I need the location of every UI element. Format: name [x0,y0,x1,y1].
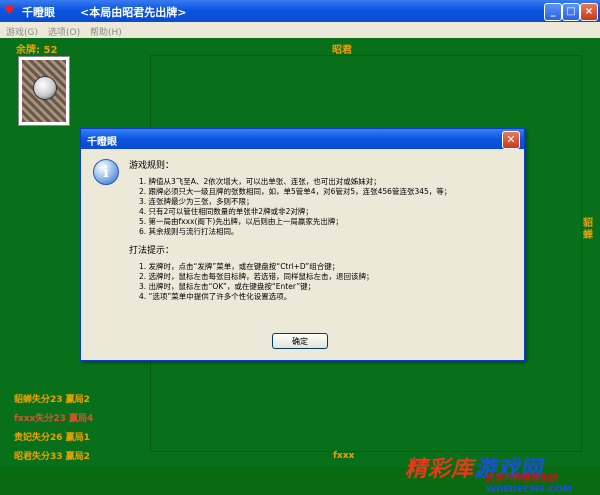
info-icon: i [93,159,119,185]
watermark-subtitle: 织梦内容管理系统 [486,474,559,484]
window-subtitle: <本局由昭君先出牌> [80,6,187,19]
deck-card[interactable] [18,56,70,126]
heart-icon: ♥ [4,3,15,17]
player-bottom-name: fxxx [333,451,355,461]
rules-heading: 游戏规则： [129,161,175,171]
menu-bar: 游戏(G) 选项(O) 帮助(H) [0,22,600,38]
score-line: 贵妃失分26 赢局1 [14,433,90,443]
watermark-logo-red: 精彩库 [405,457,475,482]
score-line: fxxx失分23 赢局4 [14,414,94,424]
menu-game[interactable]: 游戏(G) [6,25,38,38]
minimize-button[interactable]: _ [544,3,562,21]
dialog-title-bar: 千瞪眼 ✕ [81,129,524,149]
score-list: 貂蝉失分23 赢局2 fxxx失分23 赢局4 贵妃失分26 赢局1 昭君失分3… [14,392,93,468]
maximize-button[interactable]: □ [562,3,580,21]
player-top-name: 昭君 [332,45,352,56]
watermark-url: WDEDECMS.COM [486,485,572,495]
rules-dialog: 千瞪眼 ✕ i 游戏规则： 1. 牌值从3飞至A、2依次增大，可以出单张、连张，… [80,128,525,361]
rule-line: 6. 其余规则与流行打法相同。 [139,227,239,236]
close-button[interactable]: × [580,3,598,21]
score-line: 昭君失分33 赢局2 [14,452,90,462]
remaining-cards: 余牌: 52 [16,45,58,56]
ok-button[interactable]: 确定 [272,333,328,349]
dialog-title: 千瞪眼 [87,137,117,148]
window-title: 千瞪眼 [22,6,55,19]
menu-options[interactable]: 选项(O) [48,25,80,38]
card-back [22,60,66,122]
title-bar: ♥ 千瞪眼 <本局由昭君先出牌> _ □ × [0,0,600,22]
player-right-name: 貂蝉 [583,218,593,241]
soccer-ball-icon [33,76,57,100]
menu-help[interactable]: 帮助(H) [90,25,122,38]
tip-line: 4. “选项”菜单中提供了许多个性化设置选项。 [139,292,292,301]
score-line: 貂蝉失分23 赢局2 [14,395,90,405]
dialog-close-button[interactable]: ✕ [502,131,520,149]
tips-heading: 打法提示： [129,246,175,256]
